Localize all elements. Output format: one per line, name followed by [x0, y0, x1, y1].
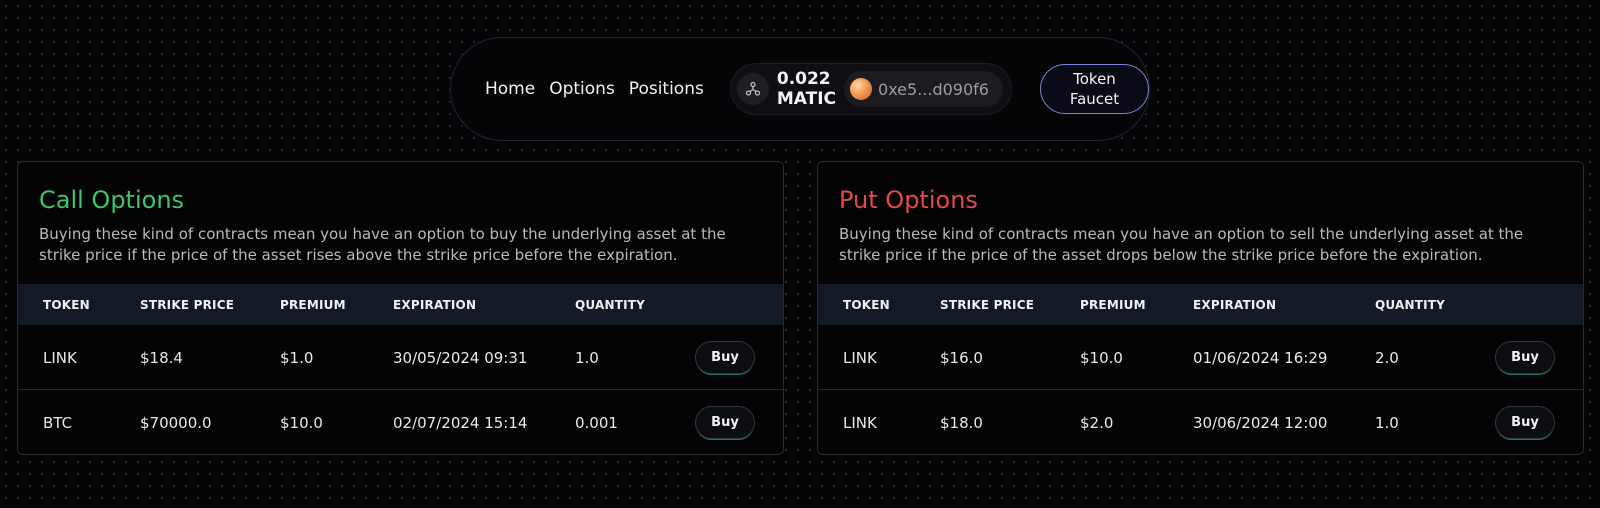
table-row: LINK $18.0 $2.0 30/06/2024 12:00 1.0 Buy: [818, 390, 1583, 454]
cell-token: LINK: [843, 414, 877, 432]
token-faucet-button[interactable]: Token Faucet: [1039, 64, 1149, 114]
table-row: BTC $70000.0 $10.0 02/07/2024 15:14 0.00…: [18, 390, 783, 454]
cell-premium: $1.0: [280, 349, 314, 367]
top-navigation: Home Options Positions 0.022 MATIC 0xe5.…: [450, 37, 1150, 141]
table-header: TOKEN STRIKE PRICE PREMIUM EXPIRATION QU…: [18, 284, 783, 325]
nav-link-home[interactable]: Home: [485, 79, 535, 99]
balance-symbol: MATIC: [776, 89, 837, 109]
cell-expiration: 30/06/2024 12:00: [1193, 414, 1328, 432]
column-header-token: TOKEN: [843, 298, 890, 312]
cell-quantity: 0.001: [575, 414, 618, 432]
wallet-balance: 0.022 MATIC: [777, 69, 836, 109]
column-header-token: TOKEN: [43, 298, 90, 312]
cell-premium: $2.0: [1080, 414, 1114, 432]
cell-strike-price: $18.4: [140, 349, 183, 367]
cell-expiration: 01/06/2024 16:29: [1193, 349, 1328, 367]
balance-amount: 0.022: [776, 69, 831, 89]
nav-link-options[interactable]: Options: [549, 79, 615, 99]
nav-link-positions[interactable]: Positions: [629, 79, 704, 99]
column-header-premium: PREMIUM: [1080, 298, 1146, 312]
wallet-avatar-icon: [850, 78, 873, 100]
buy-button[interactable]: Buy: [1495, 406, 1555, 439]
cell-strike-price: $18.0: [940, 414, 983, 432]
account-button[interactable]: 0xe5...d090f6: [844, 71, 1003, 107]
faucet-label-line2: Faucet: [1069, 90, 1120, 108]
buy-button[interactable]: Buy: [695, 341, 755, 374]
column-header-strike-price: STRIKE PRICE: [140, 298, 235, 312]
table-header: TOKEN STRIKE PRICE PREMIUM EXPIRATION QU…: [818, 284, 1583, 325]
cell-quantity: 1.0: [575, 349, 599, 367]
cell-token: LINK: [843, 349, 877, 367]
buy-button[interactable]: Buy: [1495, 341, 1555, 374]
polygon-network-icon[interactable]: [736, 73, 769, 105]
cell-premium: $10.0: [1080, 349, 1123, 367]
wallet-address: 0xe5...d090f6: [878, 79, 989, 99]
cell-token: BTC: [43, 414, 73, 432]
column-header-quantity: QUANTITY: [1375, 298, 1446, 312]
call-options-title: Call Options: [39, 186, 185, 214]
cell-quantity: 1.0: [1375, 414, 1399, 432]
cell-strike-price: $16.0: [940, 349, 983, 367]
cell-strike-price: $70000.0: [140, 414, 212, 432]
cell-premium: $10.0: [280, 414, 323, 432]
cell-token: LINK: [43, 349, 77, 367]
column-header-expiration: EXPIRATION: [393, 298, 477, 312]
table-row: LINK $16.0 $10.0 01/06/2024 16:29 2.0 Bu…: [818, 325, 1583, 390]
put-options-title: Put Options: [839, 186, 978, 214]
faucet-label-line1: Token: [1073, 70, 1116, 88]
put-options-description: Buying these kind of contracts mean you …: [839, 225, 1524, 264]
column-header-quantity: QUANTITY: [575, 298, 646, 312]
column-header-strike-price: STRIKE PRICE: [940, 298, 1035, 312]
call-options-panel: Call Options Buying these kind of contra…: [17, 161, 784, 455]
cell-expiration: 30/05/2024 09:31: [393, 349, 528, 367]
call-options-description: Buying these kind of contracts mean you …: [39, 225, 726, 264]
wallet-widget[interactable]: 0.022 MATIC 0xe5...d090f6: [729, 63, 1012, 115]
column-header-expiration: EXPIRATION: [1193, 298, 1277, 312]
cell-expiration: 02/07/2024 15:14: [393, 414, 528, 432]
buy-button[interactable]: Buy: [695, 406, 755, 439]
cell-quantity: 2.0: [1375, 349, 1399, 367]
put-options-panel: Put Options Buying these kind of contrac…: [817, 161, 1584, 455]
column-header-premium: PREMIUM: [280, 298, 346, 312]
table-row: LINK $18.4 $1.0 30/05/2024 09:31 1.0 Buy: [18, 325, 783, 390]
